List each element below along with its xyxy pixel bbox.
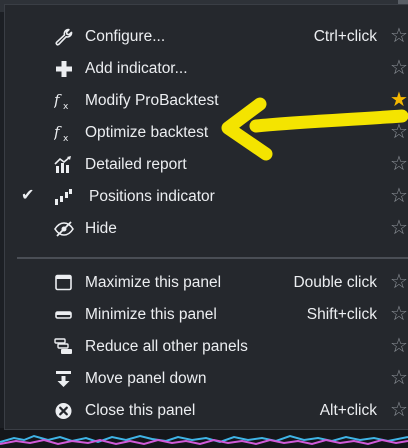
favorite-star-icon[interactable]: ☆ — [390, 217, 408, 239]
menu-item-label: Positions indicator — [89, 188, 215, 205]
menu-item-positions-indicator[interactable]: ✔ Positions indicator ☆ — [5, 181, 408, 213]
function-icon: fx — [54, 92, 74, 110]
svg-text:x: x — [63, 102, 69, 110]
svg-text:f: f — [54, 92, 62, 109]
menu-item-label: Reduce all other panels — [85, 338, 248, 355]
favorite-star-icon[interactable]: ☆ — [390, 121, 408, 143]
menu-item-shortcut: Double click — [293, 274, 377, 291]
favorite-star-icon[interactable]: ☆ — [390, 303, 408, 325]
wrench-icon — [54, 28, 74, 46]
menu-item-label: Move panel down — [85, 370, 207, 387]
favorite-star-icon[interactable]: ☆ — [390, 153, 408, 175]
menu-item-close-panel[interactable]: Close this panel Alt+click ☆ — [5, 395, 408, 427]
menu-item-label: Detailed report — [85, 156, 187, 173]
favorite-star-icon[interactable]: ☆ — [390, 57, 408, 79]
favorite-star-icon[interactable]: ☆ — [390, 271, 408, 293]
menu-item-optimize-backtest[interactable]: fx Optimize backtest ☆ — [5, 117, 408, 149]
menu-item-label: Minimize this panel — [85, 306, 217, 323]
menu-item-label: Close this panel — [85, 402, 196, 419]
favorite-star-icon[interactable]: ★ — [390, 89, 408, 111]
menu-item-reduce-other-panels[interactable]: Reduce all other panels ☆ — [5, 331, 408, 363]
move-down-icon — [54, 370, 74, 388]
menu-item-move-panel-down[interactable]: Move panel down ☆ — [5, 363, 408, 395]
eye-slash-icon — [54, 220, 74, 238]
menu-item-label: Optimize backtest — [85, 124, 209, 141]
plus-icon — [54, 60, 74, 78]
menu-item-maximize-panel[interactable]: Maximize this panel Double click ☆ — [5, 267, 408, 299]
menu-item-shortcut: Ctrl+click — [313, 28, 377, 45]
menu-item-configure[interactable]: Configure... Ctrl+click ☆ — [5, 21, 408, 53]
report-chart-icon — [54, 156, 74, 174]
context-menu: Configure... Ctrl+click ☆ Add indicator.… — [4, 4, 408, 430]
menu-item-detailed-report[interactable]: Detailed report ☆ — [5, 149, 408, 181]
close-circle-icon — [54, 402, 74, 420]
window-icon — [54, 274, 74, 292]
menu-item-modify-probacktest[interactable]: fx Modify ProBacktest ★ — [5, 85, 408, 117]
chart-line-preview — [0, 434, 408, 446]
chart-strip — [0, 428, 408, 448]
menu-item-add-indicator[interactable]: Add indicator... ☆ — [5, 53, 408, 85]
favorite-star-icon[interactable]: ☆ — [390, 25, 408, 47]
menu-item-label: Maximize this panel — [85, 274, 222, 291]
svg-text:x: x — [63, 134, 69, 142]
menu-item-label: Hide — [85, 220, 117, 237]
positions-bars-icon — [54, 188, 74, 206]
favorite-star-icon[interactable]: ☆ — [390, 399, 408, 421]
svg-text:f: f — [54, 124, 62, 141]
stacked-panels-icon — [54, 338, 74, 356]
menu-item-hide[interactable]: Hide ☆ — [5, 213, 408, 245]
menu-separator — [17, 257, 408, 259]
menu-item-label: Configure... — [85, 28, 166, 45]
menu-item-minimize-panel[interactable]: Minimize this panel Shift+click ☆ — [5, 299, 408, 331]
favorite-star-icon[interactable]: ☆ — [390, 185, 408, 207]
menu-item-shortcut: Shift+click — [306, 306, 377, 323]
menu-item-label: Modify ProBacktest — [85, 92, 219, 109]
favorite-star-icon[interactable]: ☆ — [390, 367, 408, 389]
menu-item-shortcut: Alt+click — [319, 402, 377, 419]
menu-item-label: Add indicator... — [85, 60, 188, 77]
function-icon: fx — [54, 124, 74, 142]
minimize-icon — [54, 306, 74, 324]
checkmark-icon: ✔ — [21, 187, 35, 204]
favorite-star-icon[interactable]: ☆ — [390, 335, 408, 357]
